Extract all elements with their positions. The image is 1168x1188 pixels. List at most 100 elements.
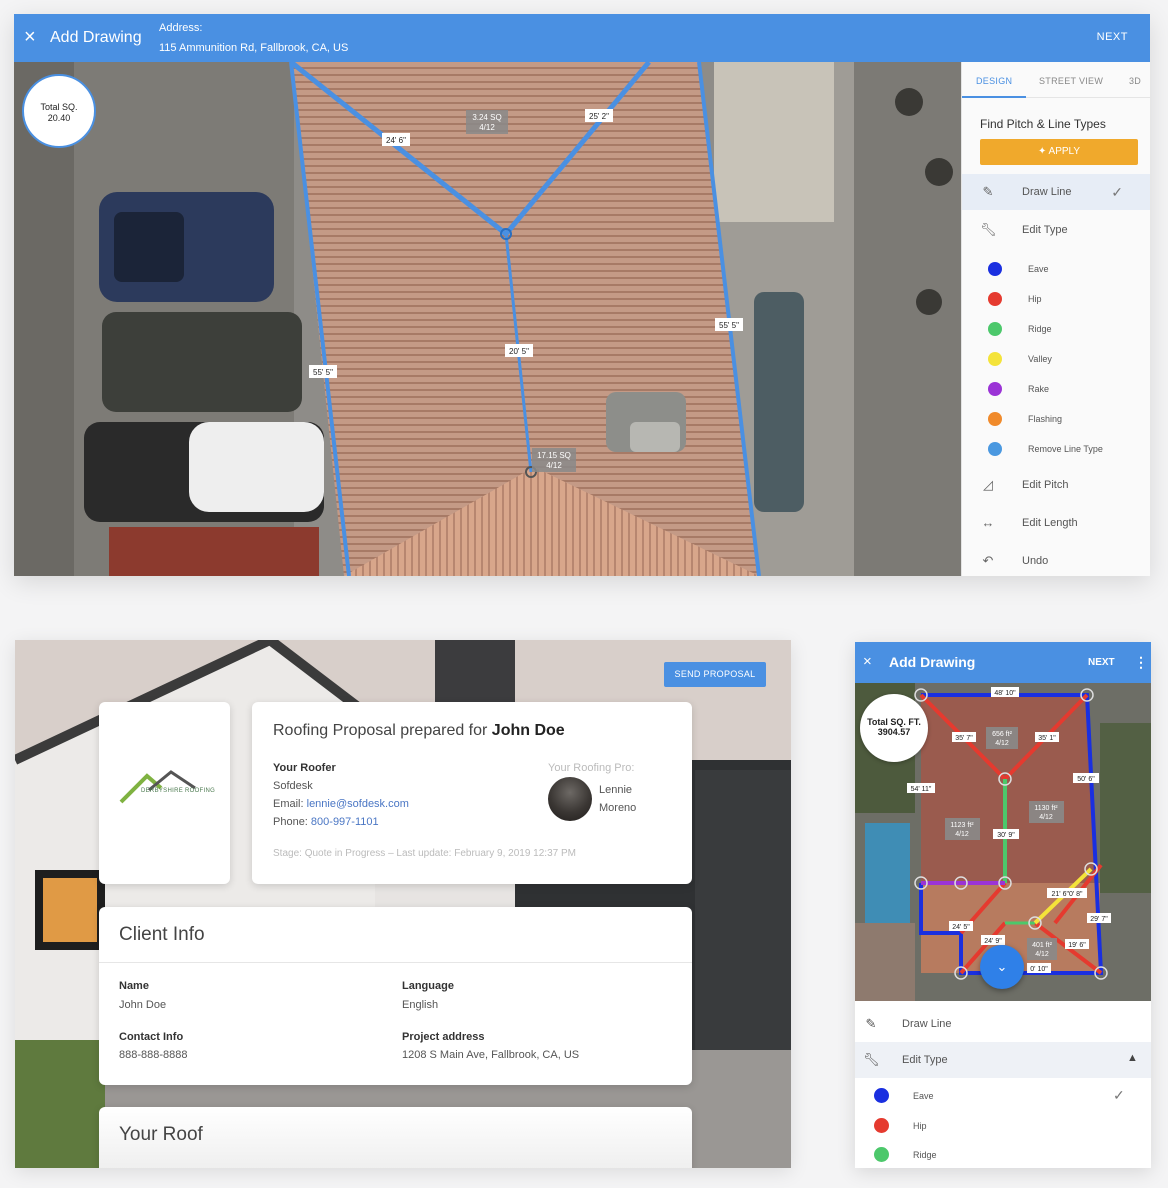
- hip-color-dot: [988, 292, 1002, 306]
- mobile-title: Add Drawing: [889, 654, 976, 670]
- design-side-panel: DESIGN STREET VIEW 3D Find Pitch & Line …: [961, 62, 1150, 576]
- line-type-label: Flashing: [1028, 414, 1063, 424]
- close-icon[interactable]: ×: [863, 653, 872, 670]
- total-label: Total SQ. FT.: [867, 717, 921, 727]
- mobile-drawing-app: × Add Drawing NEXT ⋮ 656 ft² 4/12 1123 f…: [855, 642, 1151, 1168]
- contact-label: Contact Info: [119, 1031, 184, 1043]
- tool-edit-type[interactable]: 🔧︎ Edit Type ▲: [855, 1042, 1151, 1078]
- name-label: Name: [119, 980, 149, 992]
- client-info-title: Client Info: [119, 924, 205, 945]
- close-icon[interactable]: ×: [24, 26, 36, 48]
- your-roof-card[interactable]: Your Roof: [99, 1107, 692, 1168]
- pitch-label: 4/12: [1039, 814, 1053, 821]
- magic-wand-icon: ✦: [1037, 146, 1049, 157]
- ridge-color-dot: [988, 322, 1002, 336]
- pencil-icon: ✎: [982, 184, 994, 199]
- proposal-title-prefix: Roofing Proposal prepared for: [273, 722, 492, 739]
- pitch-label: 4/12: [955, 831, 969, 838]
- view-tabs: DESIGN STREET VIEW 3D: [962, 62, 1150, 98]
- divider: [99, 962, 692, 963]
- ridge-color-dot: [874, 1147, 889, 1162]
- tab-3d[interactable]: 3D: [1129, 76, 1141, 86]
- tool-label: Edit Length: [1022, 517, 1078, 529]
- roofer-label: Your Roofer: [273, 762, 336, 774]
- line-type-hip[interactable]: Hip: [962, 284, 1150, 314]
- tool-label: Undo: [1022, 555, 1049, 567]
- top-header-bar: × Add Drawing Address: 115 Ammunition Rd…: [14, 14, 1150, 62]
- length-label: 55' 5": [719, 321, 739, 330]
- pitch-triangle-icon: ◿: [983, 477, 993, 492]
- address-value: 115 Ammunition Rd, Fallbrook, CA, US: [159, 42, 349, 54]
- name-value: John Doe: [119, 999, 167, 1011]
- wrench-icon: 🔧︎: [980, 222, 997, 237]
- pitch-label: 4/12: [995, 740, 1009, 747]
- tool-label: Edit Type: [1022, 224, 1068, 236]
- area-label: 1123 ft²: [950, 822, 974, 829]
- length-label: 21' 6"0' 8": [1052, 891, 1084, 898]
- line-type-flashing[interactable]: Flashing: [962, 404, 1150, 434]
- line-type-ridge[interactable]: Ridge: [855, 1139, 1151, 1168]
- collapse-fab-button[interactable]: ⌄: [980, 945, 1024, 989]
- contact-value: 888-888-8888: [119, 1049, 188, 1061]
- line-type-label: Hip: [1028, 294, 1042, 304]
- tool-draw-line[interactable]: ✎ Draw Line: [855, 1006, 1151, 1042]
- length-label: 30' 9": [997, 832, 1015, 839]
- proposal-title: Roofing Proposal prepared for John Doe: [273, 722, 565, 740]
- tab-design[interactable]: DESIGN: [976, 76, 1012, 86]
- line-type-label: Ridge: [913, 1150, 937, 1160]
- line-type-valley[interactable]: Valley: [962, 344, 1150, 374]
- section-area-label: 3.24 SQ: [472, 113, 501, 122]
- send-proposal-button[interactable]: SEND PROPOSAL: [664, 662, 766, 687]
- tool-draw-line[interactable]: ✎ Draw Line ✓: [962, 174, 1150, 210]
- eave-color-dot: [874, 1088, 889, 1103]
- satellite-map[interactable]: 3.24 SQ 4/12 17.15 SQ 4/12 24' 6" 25' 2"…: [14, 62, 961, 576]
- line-type-label: Rake: [1028, 384, 1050, 394]
- company-logo-card: DERBYSHIRE ROOFING: [99, 702, 230, 884]
- tool-edit-type[interactable]: 🔧︎ Edit Type: [962, 212, 1150, 248]
- rake-color-dot: [988, 382, 1002, 396]
- hip-color-dot: [874, 1118, 889, 1133]
- length-label: 29' 7": [1090, 916, 1108, 923]
- line-type-ridge[interactable]: Ridge: [962, 314, 1150, 344]
- line-type-eave[interactable]: Eave ✓: [855, 1080, 1151, 1110]
- roof-drawing-canvas[interactable]: 3.24 SQ 4/12 17.15 SQ 4/12 24' 6" 25' 2"…: [14, 62, 961, 576]
- your-roof-title: Your Roof: [119, 1124, 203, 1145]
- tool-edit-length[interactable]: ↔ Edit Length: [962, 505, 1150, 541]
- length-label: 35' 1": [1038, 735, 1056, 742]
- tab-street-view[interactable]: STREET VIEW: [1039, 76, 1103, 86]
- pro-last-name: Moreno: [599, 802, 637, 814]
- length-label: 0' 10": [1030, 966, 1048, 973]
- client-name: John Doe: [491, 722, 565, 739]
- section-pitch-label: 4/12: [479, 123, 495, 132]
- line-type-hip[interactable]: Hip: [855, 1110, 1151, 1140]
- area-label: 1130 ft²: [1034, 805, 1058, 812]
- email-link[interactable]: lennie@sofdesk.com: [307, 798, 409, 810]
- next-button[interactable]: NEXT: [1097, 31, 1128, 43]
- project-address-value: 1208 S Main Ave, Fallbrook, CA, US: [402, 1049, 580, 1061]
- avatar: [548, 777, 592, 821]
- address-label: Address:: [159, 22, 203, 34]
- panel-title: Find Pitch & Line Types: [980, 117, 1106, 131]
- tool-label: Draw Line: [902, 1018, 952, 1030]
- line-type-remove[interactable]: Remove Line Type: [962, 434, 1150, 464]
- tool-undo[interactable]: ↶ Undo: [962, 543, 1150, 576]
- chevron-up-icon[interactable]: ▲: [1127, 1052, 1138, 1064]
- eave-color-dot: [988, 262, 1002, 276]
- tool-edit-pitch[interactable]: ◿ Edit Pitch: [962, 467, 1150, 503]
- length-label: 35' 7": [955, 735, 973, 742]
- valley-color-dot: [988, 352, 1002, 366]
- apply-button[interactable]: ✦ APPLY: [980, 139, 1138, 165]
- length-label: 20' 5": [509, 347, 529, 356]
- pro-first-name: Lennie: [599, 784, 633, 796]
- phone-link[interactable]: 800-997-1101: [311, 816, 379, 828]
- next-button[interactable]: NEXT: [1088, 657, 1115, 668]
- line-type-label: Eave: [1028, 264, 1049, 274]
- page-title: Add Drawing: [50, 29, 142, 46]
- email-label: Email:: [273, 798, 307, 810]
- line-type-label: Remove Line Type: [1028, 444, 1103, 454]
- line-type-eave[interactable]: Eave: [962, 254, 1150, 284]
- line-type-label: Hip: [913, 1121, 927, 1131]
- undo-icon: ↶: [982, 553, 994, 568]
- more-icon[interactable]: ⋮: [1134, 654, 1148, 671]
- line-type-rake[interactable]: Rake: [962, 374, 1150, 404]
